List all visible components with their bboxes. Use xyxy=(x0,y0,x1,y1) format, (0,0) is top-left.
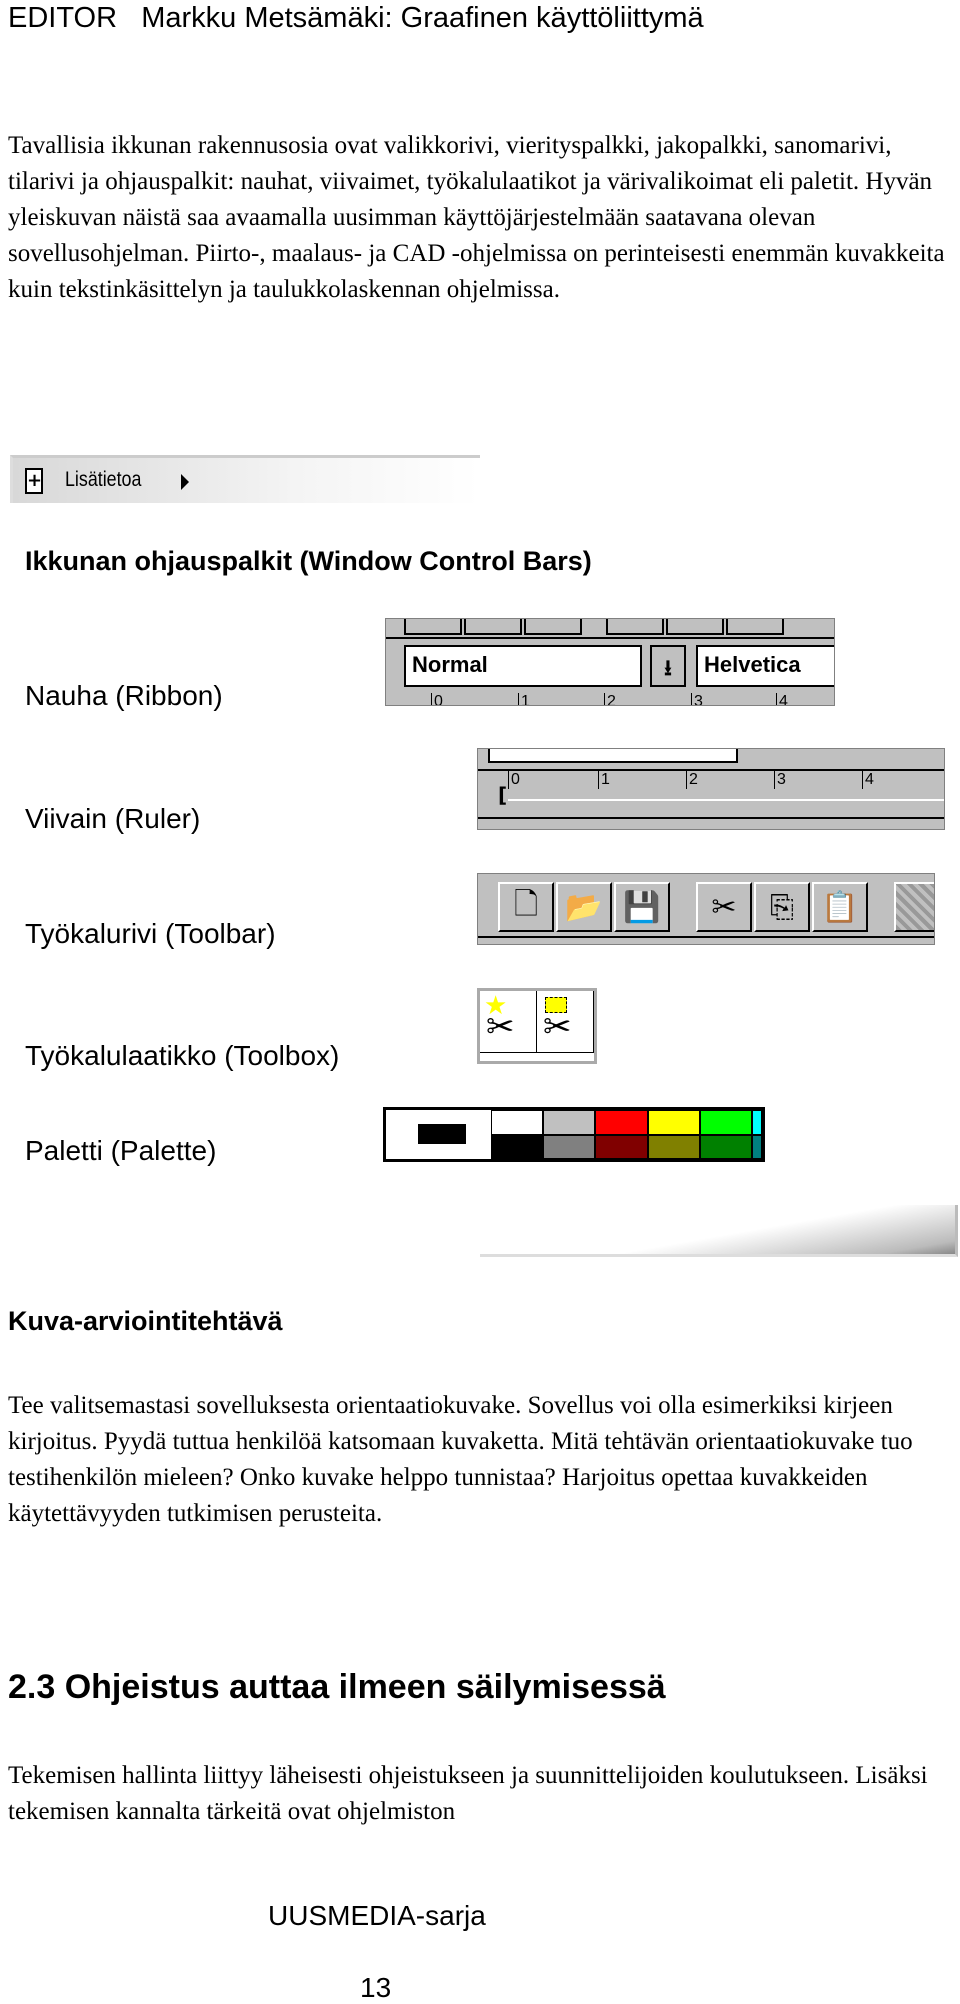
color-swatch xyxy=(542,1110,596,1159)
footer-series: UUSMEDIA-sarja xyxy=(268,1900,486,1931)
format-painter-icon xyxy=(894,882,934,932)
font-field: Helvetica xyxy=(696,645,834,687)
section-paragraph: Tekemisen hallinta liittyy läheisesti oh… xyxy=(8,1762,928,1825)
label-ribbon: Nauha (Ribbon) xyxy=(25,680,223,711)
toolbar-image: 🗋 📂 💾 ✂ ⎘ 📋 xyxy=(477,873,935,945)
label-toolbar: Työkalurivi (Toolbar) xyxy=(25,918,276,949)
tick: 0 xyxy=(431,693,443,705)
more-info-link[interactable]: + Lisätietoa xyxy=(10,455,480,503)
color-swatch xyxy=(490,1110,543,1159)
color-swatch xyxy=(595,1110,648,1159)
rect-select-scissors-icon: ✂ xyxy=(537,991,594,1053)
ribbon-image: Normal ⭳ Helvetica 0 1 2 3 4 xyxy=(385,618,835,706)
current-color-swatch xyxy=(386,1110,491,1159)
label-toolbox: Työkalulaatikko (Toolbox) xyxy=(25,1040,340,1071)
color-swatch xyxy=(699,1110,753,1159)
tick: 3 xyxy=(691,693,703,705)
tick: 2 xyxy=(686,771,698,789)
open-folder-icon: 📂 xyxy=(556,882,612,932)
label-ruler: Viivain (Ruler) xyxy=(25,803,201,834)
palette-image xyxy=(383,1107,765,1162)
tick: 1 xyxy=(598,771,610,789)
toolbox-image: ★ ✂ ✂ xyxy=(477,988,597,1064)
box-bottom-border xyxy=(480,1205,958,1257)
dropdown-arrow-icon: ⭳ xyxy=(650,645,686,687)
paste-icon: 📋 xyxy=(812,882,868,932)
tick: 3 xyxy=(774,771,786,789)
tick: 0 xyxy=(508,771,520,789)
tick: 4 xyxy=(776,693,788,705)
box-title: Ikkunan ohjauspalkit (Window Control Bar… xyxy=(25,546,592,576)
section-heading: 2.3 Ohjeistus auttaa ilmeen säilymisessä xyxy=(8,1668,666,1706)
header-title: EDITOR Markku Metsämäki: Graafinen käytt… xyxy=(8,2,704,34)
task-title: Kuva-arviointitehtävä xyxy=(8,1306,283,1336)
color-swatch xyxy=(647,1110,700,1159)
intro-paragraph: Tavallisia ikkunan rakennusosia ovat val… xyxy=(8,132,945,303)
tick: 2 xyxy=(604,693,616,705)
tick: 1 xyxy=(518,693,530,705)
copy-icon: ⎘ xyxy=(754,882,810,932)
cut-scissors-icon: ✂ xyxy=(696,882,752,932)
free-select-scissors-icon: ★ ✂ xyxy=(480,991,537,1053)
more-info-label: Lisätietoa xyxy=(65,468,142,491)
color-swatch xyxy=(752,1110,762,1159)
tick: 4 xyxy=(862,771,874,789)
ruler-image: [ 0 1 2 3 4 xyxy=(477,748,945,830)
page-number: 13 xyxy=(360,1972,392,2003)
arrow-right-icon xyxy=(181,474,189,490)
new-document-icon: 🗋 xyxy=(498,882,554,932)
save-disk-icon: 💾 xyxy=(614,882,670,932)
task-paragraph: Tee valitsemastasi sovelluksesta orienta… xyxy=(8,1392,913,1527)
plus-document-icon: + xyxy=(25,468,43,494)
style-field: Normal xyxy=(404,645,642,687)
label-palette: Paletti (Palette) xyxy=(25,1135,217,1166)
